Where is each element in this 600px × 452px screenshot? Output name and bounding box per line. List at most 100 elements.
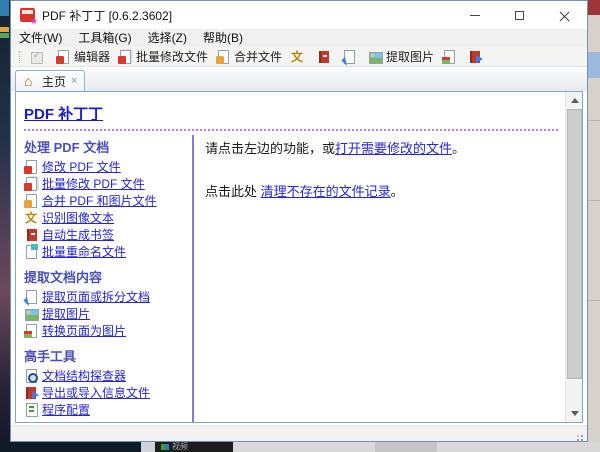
list-item: 提取页面或拆分文档 [24,289,188,304]
background-window-selected-row-fragment [588,52,600,78]
list-item: 程序配置 [24,402,188,417]
page-to-image-icon [442,50,456,64]
instruction-text: 。 [452,141,465,156]
background-window-bottom: 视频 [0,442,600,452]
toolbar-bookmark-button[interactable] [313,49,337,65]
link-batch-rename[interactable]: 批量重命名文件 [42,243,126,260]
desktop-icon-fragment [0,27,9,32]
link-settings[interactable]: 程序配置 [42,401,90,418]
background-video-item: 视频 [155,442,233,452]
link-info-file[interactable]: 导出或导入信息文件 [42,384,150,401]
desktop-background-left [0,0,10,452]
maximize-icon [515,11,524,20]
list-item: 转换页面为图片 [24,323,188,338]
titlebar[interactable]: PDF 补丁丁 [0.6.2.3602] [11,1,587,29]
window-title: PDF 补丁丁 [0.6.2.3602] [42,7,172,24]
link-page-to-image[interactable]: 转换页面为图片 [42,322,126,339]
instruction-line-1: 请点击左边的功能，或打开需要修改的文件。 [205,138,560,157]
pdf-edit-icon [56,50,70,64]
toolbar-editor-button[interactable]: 编辑器 [53,47,113,66]
maximize-button[interactable] [497,1,542,29]
scrollbar-thumb[interactable] [567,109,582,379]
dotted-divider [24,129,558,131]
link-structure-explorer[interactable]: 文档结构探查器 [42,367,126,384]
rename-icon [24,245,38,259]
extract-image-icon [24,307,38,321]
link-batch-modify-pdf[interactable]: 批量修改 PDF 文件 [42,175,145,192]
app-icon [20,8,35,22]
link-modify-pdf[interactable]: 修改 PDF 文件 [42,158,121,175]
toolbar-extract-image-button[interactable]: 提取图片 [365,47,437,66]
toolbar-page-to-image-button[interactable] [439,49,463,65]
toolbar-editor-label: 编辑器 [74,48,110,65]
toolbar-extract-pages-button[interactable] [339,49,363,65]
scroll-up-button[interactable] [566,92,583,109]
close-button[interactable] [542,1,587,29]
link-extract-pages[interactable]: 提取页面或拆分文档 [42,288,150,305]
background-window-fragment [375,442,437,452]
page-to-image-icon [24,324,38,338]
link-auto-bookmark[interactable]: 自动生成书签 [42,226,114,243]
toolbar-info-file-button[interactable] [465,49,489,65]
tab-home-label: 主页 [42,73,66,90]
video-icon [161,444,169,450]
pdf-batch-icon [24,177,38,191]
list-item: 自动生成书签 [24,227,188,242]
instruction-text: 。 [391,184,404,199]
tab-home[interactable]: 主页 × [15,70,85,91]
link-ocr[interactable]: 识别图像文本 [42,209,114,226]
ocr-icon [290,50,304,64]
home-title-link[interactable]: PDF 补丁丁 [24,103,103,124]
list-item: 文档结构探查器 [24,368,188,383]
scroll-down-button[interactable] [566,405,583,422]
background-window-row-line [588,300,600,301]
app-window: PDF 补丁丁 [0.6.2.3602] 文件(W) 工具箱(G) 选择(Z) … [10,0,588,442]
resize-grip[interactable] [581,435,583,437]
toolbar-extract-image-label: 提取图片 [386,48,434,65]
vertical-scrollbar[interactable] [565,92,582,422]
extract-image-icon [368,50,382,64]
tab-close-icon[interactable]: × [71,76,77,87]
background-window-fragment [141,442,155,452]
pdf-batch-icon [118,50,132,64]
home-icon [23,74,37,88]
function-list: 处理 PDF 文档 修改 PDF 文件 批量修改 PDF 文件 合并 PDF 和… [24,135,194,423]
menu-help[interactable]: 帮助(B) [195,29,251,47]
section-heading-process: 处理 PDF 文档 [24,137,188,156]
toolbar-batch-modify-button[interactable]: 批量修改文件 [115,47,211,66]
toolbar-batch-label: 批量修改文件 [136,48,208,65]
list-item: 提取图片 [24,306,188,321]
link-merge-pdf[interactable]: 合并 PDF 和图片文件 [42,192,157,209]
list-item: 修改 PDF 文件 [24,159,188,174]
status-bar [11,425,587,441]
extract-pages-icon [24,290,38,304]
list-item: 批量修改 PDF 文件 [24,176,188,191]
menu-toolbox[interactable]: 工具箱(G) [70,29,139,47]
scroll-down-icon [571,411,579,416]
background-window-titlebar-fragment [588,0,600,15]
instruction-text: 请点击左边的功能，或 [205,141,335,156]
clean-records-link[interactable]: 清理不存在的文件记录 [261,184,391,199]
toolbar-merge-button[interactable]: 合并文件 [213,47,285,66]
open-file-link[interactable]: 打开需要修改的文件 [335,141,452,156]
tab-strip: 主页 × [11,67,587,91]
scroll-up-icon [571,98,579,103]
section-heading-extract: 提取文档内容 [24,267,188,286]
background-window-row-line [588,200,600,201]
instruction-text: 点击此处 [205,184,261,199]
bookmark-icon [316,50,330,64]
window-controls [452,1,587,29]
toolbar-toggle-button[interactable] [27,49,51,65]
menu-select[interactable]: 选择(Z) [140,29,195,47]
extract-pages-icon [342,50,356,64]
link-extract-images[interactable]: 提取图片 [42,305,90,322]
desktop-background-fragment [0,442,141,452]
merge-icon [24,194,38,208]
list-item: 识别图像文本 [24,210,188,225]
minimize-button[interactable] [452,1,497,29]
menu-file[interactable]: 文件(W) [11,29,70,47]
toolbar-grip [19,51,22,63]
toolbar-ocr-button[interactable] [287,49,311,65]
minimize-icon [470,15,480,16]
video-label: 视频 [172,442,188,452]
